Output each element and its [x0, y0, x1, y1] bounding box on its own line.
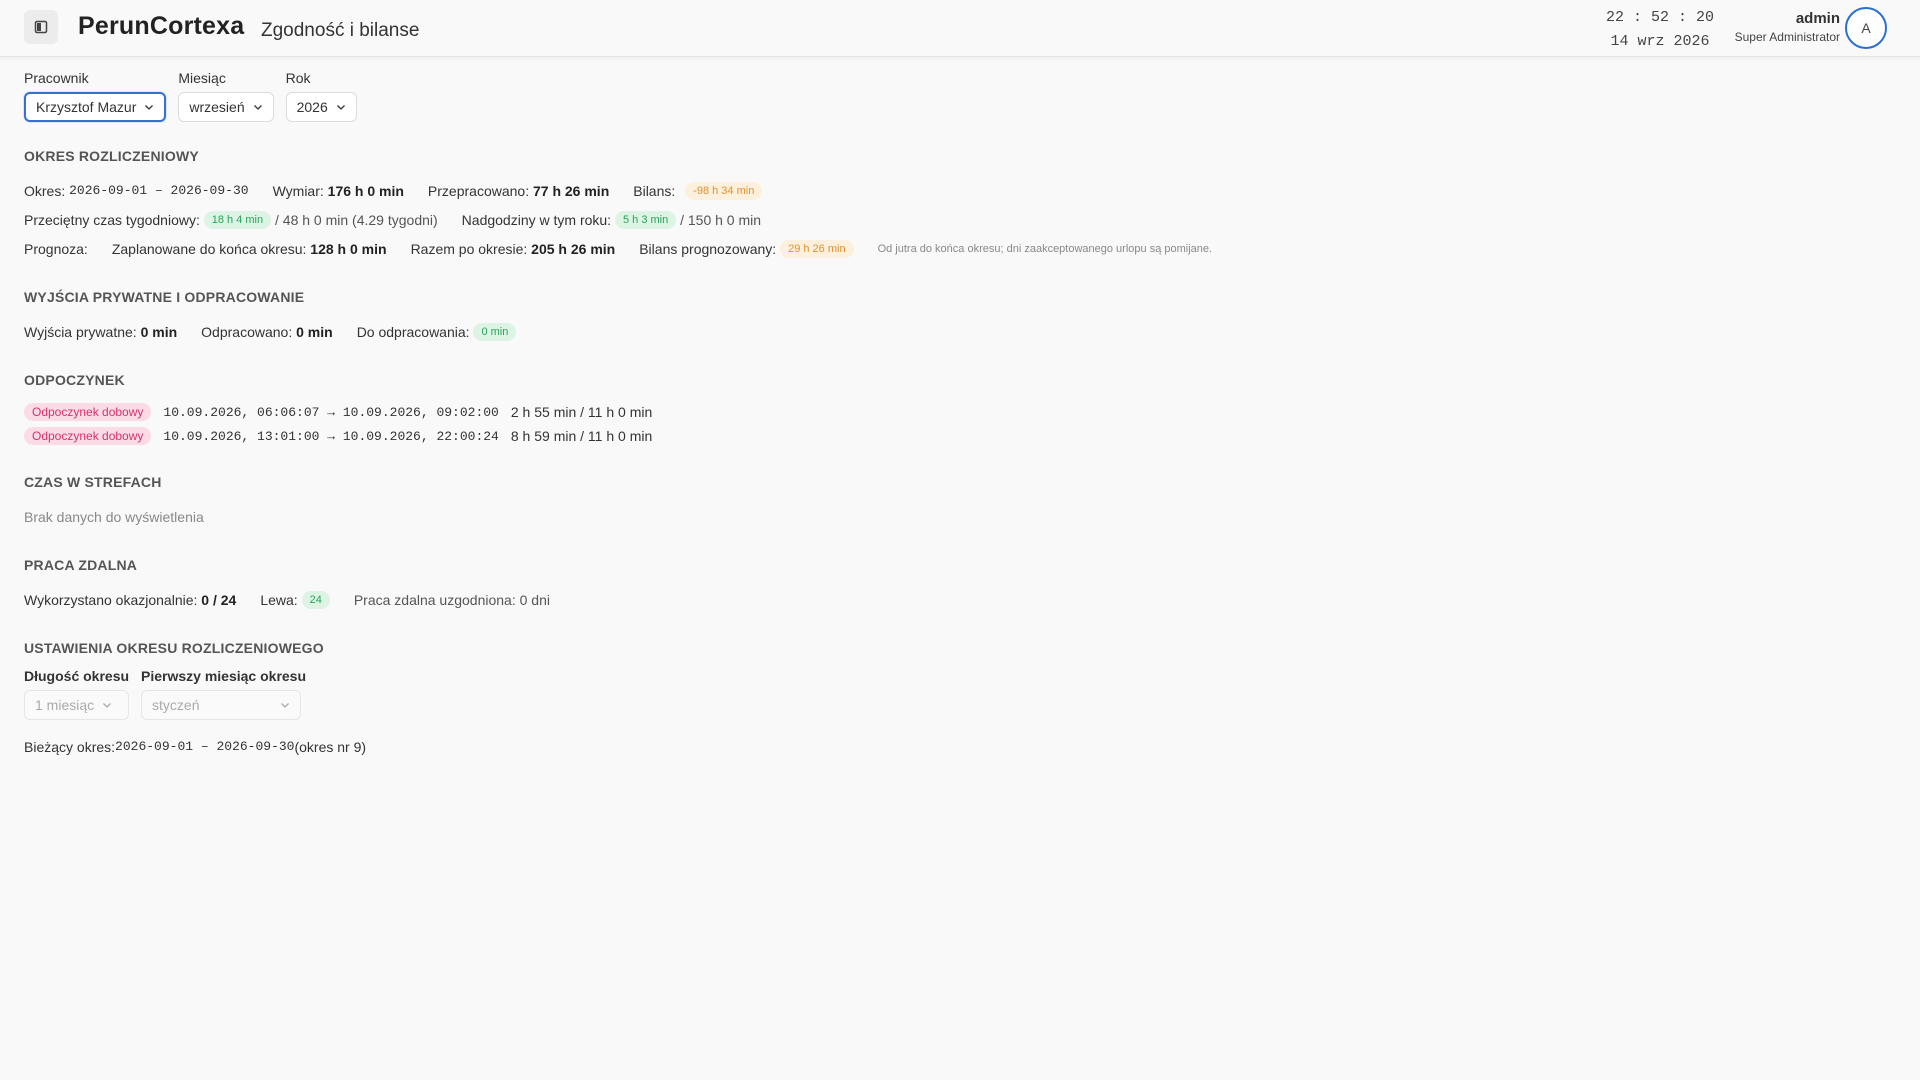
clock: 22 : 52 : 20 14 wrz 2026 [1600, 6, 1720, 54]
remote-agreed: Praca zdalna uzgodniona: 0 dni [353, 591, 550, 608]
rest-duration: 2 h 55 min / 11 h 0 min [510, 404, 653, 420]
top-bar: PerunCortexa Zgodność i bilanse 22 : 52 … [0, 0, 1920, 57]
main-content: Pracownik Krzysztof Mazur Miesiąc wrzesi… [24, 56, 1884, 761]
weekly-average-badge: 18 h 4 min [203, 210, 272, 229]
sidebar-panel-icon [34, 20, 48, 34]
remote-row: Wykorzystano okazjonalnie: 0 / 24 Lewa: … [24, 585, 1884, 614]
settings-fields: Długość okresu 1 miesiąc Pierwszy miesią… [24, 668, 1884, 720]
private-worked: Odpracowano: 0 min [201, 323, 333, 340]
remote-section-title: PRACA ZDALNA [24, 557, 138, 573]
first-month-value: styczeń [152, 697, 200, 713]
private-todo: Do odpracowania: 0 min [357, 322, 517, 341]
current-period-row: Bieżący okres: 2026-09-01 – 2026-09-30 (… [24, 732, 1884, 761]
year-select[interactable]: 2026 [285, 92, 357, 122]
period-length-value: 1 miesiąc [35, 697, 95, 713]
period-average-row: Przeciętny czas tygodniowy: 18 h 4 min /… [24, 205, 1884, 234]
sidebar-toggle-button[interactable] [24, 10, 58, 44]
private-exits: Wyjścia prywatne: 0 min [24, 323, 178, 340]
period-forecast-row: Prognoza: Zaplanowane do końca okresu: 1… [24, 234, 1884, 263]
period-range: Okres: 2026-09-01 – 2026-09-30 [24, 182, 249, 199]
brand-logo-text[interactable]: PerunCortexa [78, 12, 244, 41]
month-filter: Miesiąc wrzesień [178, 70, 274, 122]
forecast-label: Prognoza: [24, 240, 88, 257]
period-balance: Bilans: -98 h 34 min [633, 181, 763, 200]
current-period-suffix: (okres nr 9) [294, 738, 367, 755]
user-name: admin [1795, 10, 1840, 27]
current-period-value: 2026-09-01 – 2026-09-30 [115, 739, 295, 754]
yearly-overtime: Nadgodziny w tym roku: 5 h 3 min / 150 h… [461, 210, 762, 229]
period-length-label: Długość okresu [24, 668, 130, 684]
chevron-down-icon [281, 703, 289, 708]
first-month-select[interactable]: styczeń [141, 690, 302, 720]
remote-used: Wykorzystano okazjonalnie: 0 / 24 [24, 591, 237, 608]
year-select-value: 2026 [296, 99, 328, 115]
forecast-note: Od jutra do końca okresu; dni zaakceptow… [877, 242, 1213, 255]
remote-left: Lewa: 24 [260, 590, 330, 609]
rest-section-title: ODPOCZYNEK [24, 372, 125, 388]
weekly-average: Przeciętny czas tygodniowy: 18 h 4 min /… [24, 210, 438, 229]
user-info: admin Super Administrator [1735, 10, 1840, 46]
clock-date: 14 wrz 2026 [1610, 33, 1710, 50]
filters: Pracownik Krzysztof Mazur Miesiąc wrzesi… [24, 70, 1884, 122]
private-row: Wyjścia prywatne: 0 min Odpracowano: 0 m… [24, 317, 1884, 346]
employee-label: Pracownik [24, 70, 89, 86]
zones-empty-message: Brak danych do wyświetlenia [24, 508, 204, 525]
private-section-title: WYJŚCIA PRYWATNE I ODPRACOWANIE [24, 289, 305, 305]
overtime-badge: 5 h 3 min [614, 210, 677, 229]
list-item: Odpoczynek dobowy 10.09.2026, 13:01:00 →… [24, 424, 1884, 448]
period-worked: Przepracowano: 77 h 26 min [427, 182, 610, 199]
chevron-down-icon [103, 703, 112, 708]
zones-section-title: CZAS W STREFACH [24, 474, 162, 490]
period-section-title: OKRES ROZLICZENIOWY [24, 148, 199, 164]
chevron-down-icon [145, 105, 154, 110]
first-month-label: Pierwszy miesiąc okresu [141, 668, 307, 684]
month-label: Miesiąc [178, 70, 226, 86]
period-length-field: Długość okresu 1 miesiąc [24, 668, 130, 720]
user-role: Super Administrator [1734, 30, 1840, 44]
chevron-down-icon [336, 105, 345, 110]
settings-section-title: USTAWIENIA OKRESU ROZLICZENIOWEGO [24, 640, 324, 656]
forecast-balance-badge: 29 h 26 min [780, 239, 854, 258]
rest-range: 10.09.2026, 13:01:00 → 10.09.2026, 22:00… [163, 428, 499, 444]
remote-left-badge: 24 [301, 590, 330, 609]
month-select-value: wrzesień [189, 99, 245, 115]
todo-badge: 0 min [473, 322, 517, 341]
rest-duration: 8 h 59 min / 11 h 0 min [510, 428, 653, 444]
period-norm: Wymiar: 176 h 0 min [272, 182, 404, 199]
forecast-balance: Bilans prognozowany: 29 h 26 min [639, 239, 854, 258]
rest-badge: Odpoczynek dobowy [24, 403, 152, 421]
year-label: Rok [285, 70, 311, 86]
employee-select-value: Krzysztof Mazur [36, 99, 137, 115]
period-summary-row: Okres: 2026-09-01 – 2026-09-30 Wymiar: 1… [24, 176, 1884, 205]
first-month-field: Pierwszy miesiąc okresu styczeń [141, 668, 306, 720]
year-filter: Rok 2026 [285, 70, 357, 122]
month-select[interactable]: wrzesień [178, 92, 274, 122]
avatar[interactable]: A [1845, 7, 1887, 49]
period-length-select[interactable]: 1 miesiąc [24, 690, 130, 720]
rest-badge: Odpoczynek dobowy [24, 427, 152, 445]
employee-select[interactable]: Krzysztof Mazur [24, 92, 167, 122]
rest-range: 10.09.2026, 06:06:07 → 10.09.2026, 09:02… [163, 404, 499, 420]
chevron-down-icon [253, 105, 262, 110]
page-title: Zgodność i bilanse [261, 20, 420, 41]
forecast-total: Razem po okresie: 205 h 26 min [410, 240, 616, 257]
clock-time: 22 : 52 : 20 [1605, 9, 1715, 26]
current-period-label: Bieżący okres: [24, 738, 116, 755]
employee-filter: Pracownik Krzysztof Mazur [24, 70, 167, 122]
balance-badge: -98 h 34 min [685, 181, 763, 200]
forecast-planned: Zaplanowane do końca okresu: 128 h 0 min [111, 240, 387, 257]
list-item: Odpoczynek dobowy 10.09.2026, 06:06:07 →… [24, 400, 1884, 424]
